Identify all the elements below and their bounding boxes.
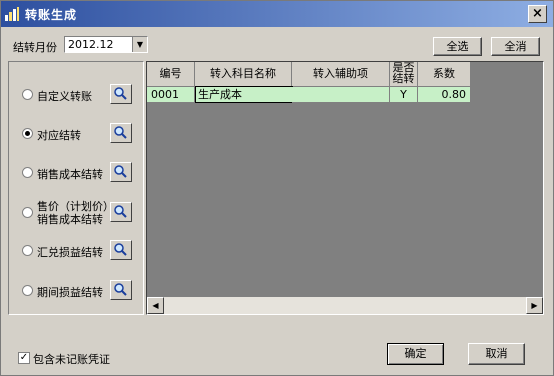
title-bar: 转账生成 ×	[1, 1, 553, 27]
window-title: 转账生成	[25, 8, 78, 22]
radio-planned-price-sales-cost[interactable]	[22, 207, 33, 218]
cancel-button[interactable]: 取消	[468, 343, 525, 365]
column-header-code: 编号	[147, 62, 195, 87]
column-header-coef: 系数	[418, 62, 471, 87]
search-icon[interactable]	[110, 123, 132, 143]
dialog-window: 转账生成 × 结转月份 2012.12 ▼ 全选 全消 自定义转账 对应结转 销…	[0, 0, 554, 376]
ok-button[interactable]: 确定	[387, 343, 444, 365]
search-icon[interactable]	[110, 240, 132, 260]
close-button[interactable]: ×	[528, 5, 547, 23]
radio-sales-cost-carryover[interactable]	[22, 167, 33, 178]
period-value: 2012.12	[68, 38, 114, 51]
search-icon[interactable]	[110, 202, 132, 222]
radio-period-gain-loss[interactable]	[22, 285, 33, 296]
cell-coef[interactable]: 0.80	[418, 87, 471, 103]
period-select[interactable]: 2012.12 ▼	[64, 36, 148, 53]
column-header-account: 转入科目名称	[195, 62, 292, 87]
cell-carry[interactable]: Y	[390, 87, 418, 103]
radio-corresponding-carryover[interactable]	[22, 128, 33, 139]
include-unposted-label: 包含未记账凭证	[33, 353, 110, 366]
transfer-type-panel: 自定义转账 对应结转 销售成本结转 售价（计划价） 销售成本结转 汇兑损益结转 …	[8, 61, 144, 315]
option-corresponding-carryover[interactable]: 对应结转	[9, 121, 143, 145]
option-period-gain-loss[interactable]: 期间损益结转	[9, 278, 143, 302]
include-unposted-checkbox[interactable]: ✓	[18, 352, 30, 364]
option-label: 对应结转	[37, 129, 81, 142]
option-exchange-gain-loss[interactable]: 汇兑损益结转	[9, 238, 143, 262]
chevron-down-icon[interactable]: ▼	[132, 37, 147, 52]
app-icon	[5, 7, 19, 21]
option-label: 汇兑损益结转	[37, 246, 103, 259]
radio-custom-transfer[interactable]	[22, 89, 33, 100]
radio-exchange-gain-loss[interactable]	[22, 245, 33, 256]
carry-header-line2: 结转	[392, 72, 415, 85]
column-header-aux: 转入辅助项	[292, 62, 390, 87]
period-label: 结转月份	[13, 41, 57, 54]
option-label-line2: 销售成本结转	[37, 213, 103, 226]
option-custom-transfer[interactable]: 自定义转账	[9, 82, 143, 106]
option-planned-price-sales-cost[interactable]: 售价（计划价） 销售成本结转	[9, 198, 143, 226]
option-label: 期间损益结转	[37, 286, 103, 299]
option-label: 自定义转账	[37, 90, 92, 103]
search-icon[interactable]	[110, 280, 132, 300]
cell-aux[interactable]	[292, 87, 390, 103]
select-all-button[interactable]: 全选	[433, 37, 482, 56]
option-sales-cost-carryover[interactable]: 销售成本结转	[9, 160, 143, 184]
search-icon[interactable]	[110, 162, 132, 182]
horizontal-scrollbar[interactable]: ◀ ▶	[147, 297, 543, 314]
cell-code[interactable]: 0001	[147, 87, 195, 103]
cell-account[interactable]: 生产成本	[195, 86, 293, 103]
transfer-grid: 编号 转入科目名称 转入辅助项 是否 结转 系数 0001 生产成本 Y 0.8…	[146, 61, 544, 315]
scroll-right-icon[interactable]: ▶	[526, 297, 543, 314]
clear-all-button[interactable]: 全消	[491, 37, 540, 56]
column-header-carry: 是否 结转	[390, 62, 418, 87]
search-icon[interactable]	[110, 84, 132, 104]
option-label: 销售成本结转	[37, 168, 103, 181]
scroll-left-icon[interactable]: ◀	[147, 297, 164, 314]
